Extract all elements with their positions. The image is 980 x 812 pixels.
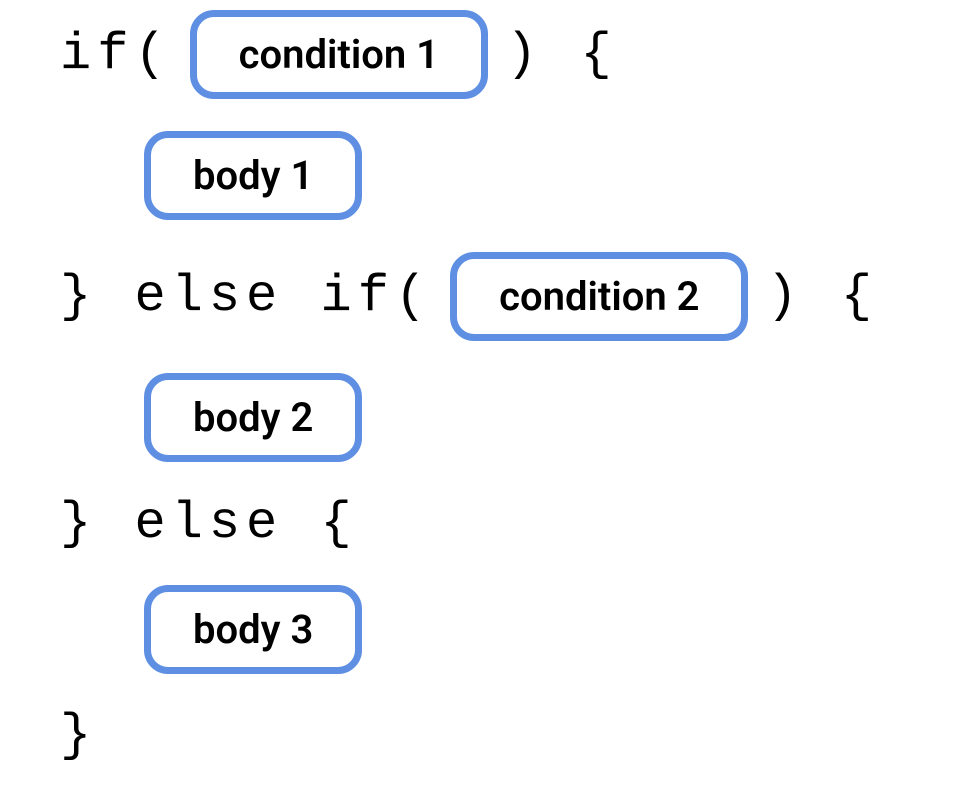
row-else: } else {: [60, 494, 920, 553]
if-keyword-2: if: [320, 267, 394, 326]
open-brace-3: {: [320, 494, 357, 553]
else-keyword-2: else: [134, 494, 283, 553]
row-if: if ( condition 1 ) {: [60, 10, 920, 99]
spacer: [543, 25, 580, 84]
row-body-3: body 3: [144, 585, 920, 674]
close-brace-2: }: [60, 494, 97, 553]
open-paren-2: (: [395, 267, 432, 326]
pill-body-2: body 2: [144, 373, 362, 462]
close-brace-1: }: [60, 267, 97, 326]
open-brace-1: {: [580, 25, 617, 84]
open-brace-2: {: [841, 267, 878, 326]
pill-body-3: body 3: [144, 585, 362, 674]
close-brace-3: }: [60, 706, 97, 765]
spacer: [97, 267, 134, 326]
row-body-2: body 2: [144, 373, 920, 462]
if-keyword: if: [60, 25, 134, 84]
row-close: }: [60, 706, 920, 765]
row-body-1: body 1: [144, 131, 920, 220]
spacer: [804, 267, 841, 326]
pill-body-1: body 1: [144, 131, 362, 220]
spacer: [283, 494, 320, 553]
pill-condition-2: condition 2: [450, 252, 748, 341]
spacer: [283, 267, 320, 326]
close-paren-2: ): [766, 267, 803, 326]
spacer: [97, 494, 134, 553]
else-keyword-1: else: [134, 267, 283, 326]
pill-condition-1: condition 1: [190, 10, 488, 99]
row-else-if: } else if ( condition 2 ) {: [60, 252, 920, 341]
close-paren-1: ): [506, 25, 543, 84]
open-paren-1: (: [134, 25, 171, 84]
